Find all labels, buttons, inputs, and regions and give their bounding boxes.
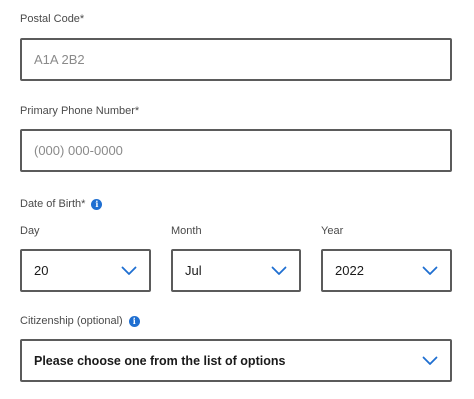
day-value: 20	[34, 263, 49, 278]
postal-code-label: Postal Code*	[20, 12, 84, 26]
day-label: Day	[20, 225, 40, 237]
chevron-down-icon	[422, 356, 438, 365]
citizenship-value: Please choose one from the list of optio…	[34, 353, 286, 368]
month-value: Jul	[185, 263, 202, 278]
citizenship-label-text: Citizenship (optional)	[20, 315, 123, 327]
citizenship-select[interactable]: Please choose one from the list of optio…	[20, 339, 452, 382]
month-select[interactable]: Jul	[171, 249, 301, 292]
year-label: Year	[321, 225, 344, 237]
postal-code-input[interactable]: A1A 2B2	[20, 38, 452, 81]
info-icon[interactable]: i	[91, 198, 103, 210]
year-select[interactable]: 2022	[321, 249, 452, 292]
phone-input[interactable]: (000) 000-0000	[20, 129, 452, 172]
info-icon[interactable]: i	[128, 315, 140, 327]
day-select[interactable]: 20	[20, 249, 151, 292]
chevron-down-icon	[271, 266, 287, 275]
dob-label-text: Date of Birth*	[20, 198, 86, 210]
postal-code-placeholder: A1A 2B2	[34, 52, 85, 67]
postal-code-label-text: Postal Code*	[20, 13, 85, 25]
chevron-down-icon	[121, 266, 137, 275]
chevron-down-icon	[422, 266, 438, 275]
year-value: 2022	[335, 263, 364, 278]
citizenship-label: Citizenship (optional) i	[20, 314, 140, 328]
phone-placeholder: (000) 000-0000	[34, 143, 123, 158]
month-label: Month	[171, 225, 202, 237]
phone-label-text: Primary Phone Number*	[20, 105, 140, 117]
phone-label: Primary Phone Number*	[20, 104, 139, 118]
dob-label: Date of Birth* i	[20, 197, 103, 211]
